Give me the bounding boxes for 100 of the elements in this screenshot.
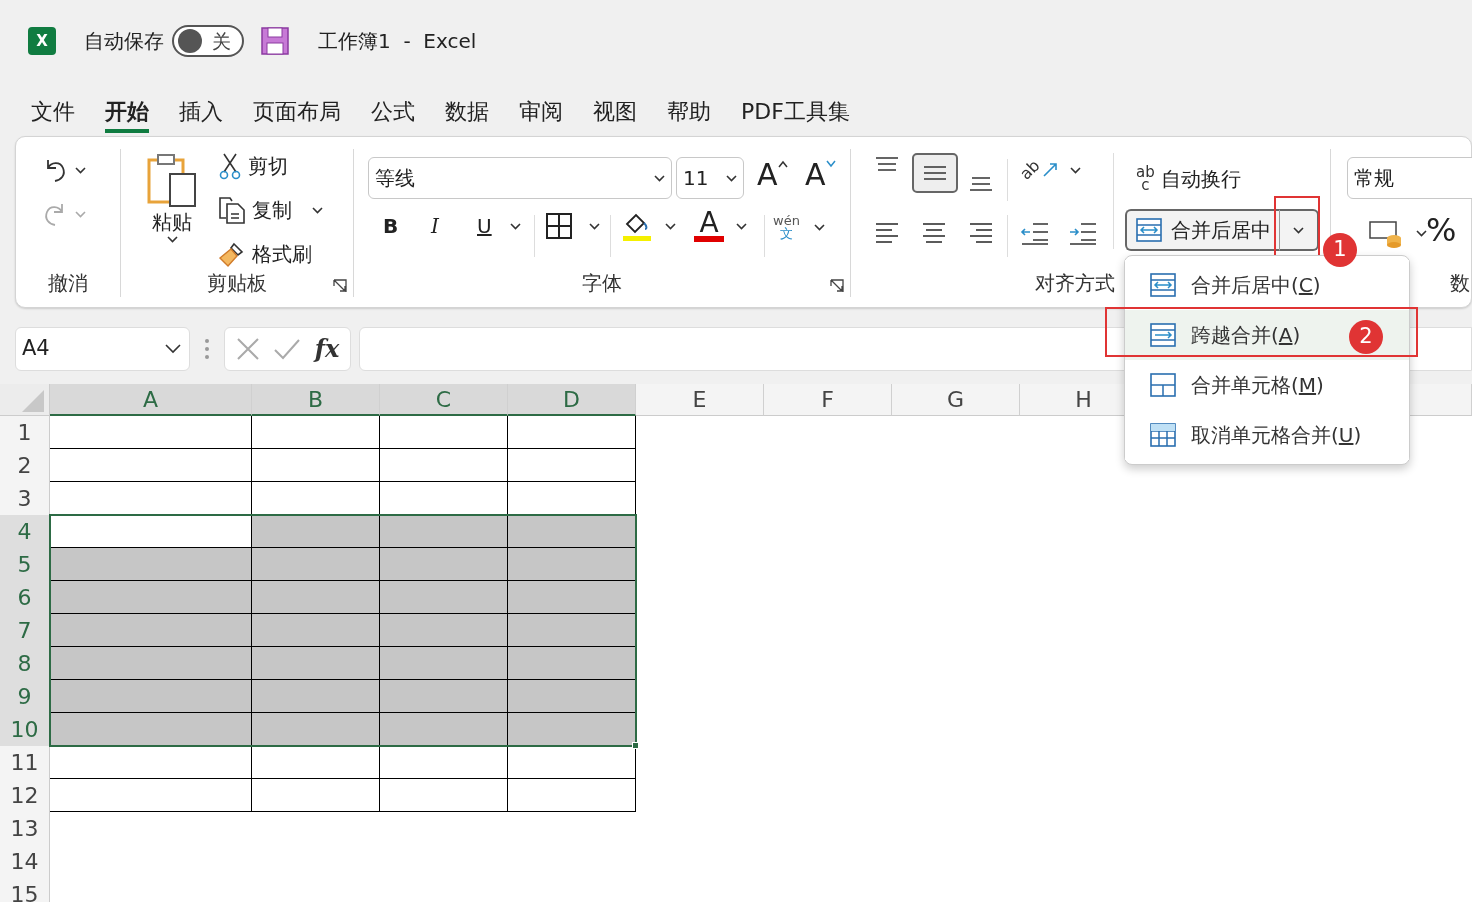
row-header[interactable]: 4 bbox=[0, 515, 50, 548]
grid-cell[interactable] bbox=[508, 779, 636, 812]
column-header[interactable]: C bbox=[380, 384, 508, 416]
italic-button[interactable]: I bbox=[426, 213, 444, 239]
grid-cell[interactable] bbox=[252, 449, 380, 482]
grid-cell[interactable] bbox=[50, 713, 252, 746]
grid-cell[interactable] bbox=[508, 614, 636, 647]
grid-cell[interactable] bbox=[380, 548, 508, 581]
check-icon[interactable] bbox=[273, 338, 302, 360]
row-header[interactable]: 14 bbox=[0, 845, 50, 878]
row-header[interactable]: 5 bbox=[0, 548, 50, 581]
ribbon-tab[interactable]: 审阅 bbox=[519, 93, 563, 133]
grid-cell[interactable] bbox=[252, 680, 380, 713]
grid-cell[interactable] bbox=[50, 647, 252, 680]
grid-cell[interactable] bbox=[252, 581, 380, 614]
shrink-font-button[interactable]: A bbox=[800, 157, 841, 193]
row-header[interactable]: 2 bbox=[0, 449, 50, 482]
copy-button[interactable]: 复制 bbox=[213, 193, 328, 227]
phonetic-button[interactable]: wén 文 bbox=[768, 211, 830, 243]
grid-cell[interactable] bbox=[50, 449, 252, 482]
grid-cell[interactable] bbox=[252, 548, 380, 581]
grid-cell[interactable] bbox=[508, 713, 636, 746]
ribbon-tab[interactable]: 文件 bbox=[31, 93, 75, 133]
grid-cell[interactable] bbox=[252, 713, 380, 746]
column-header[interactable]: B bbox=[252, 384, 380, 416]
percent-button[interactable]: % bbox=[1421, 211, 1462, 249]
column-header[interactable]: E bbox=[636, 384, 764, 416]
underline-button[interactable]: U bbox=[472, 213, 526, 239]
row-header[interactable]: 7 bbox=[0, 614, 50, 647]
row-header[interactable]: 6 bbox=[0, 581, 50, 614]
grid-cell[interactable] bbox=[50, 680, 252, 713]
row-header[interactable]: 8 bbox=[0, 647, 50, 680]
menu-item[interactable]: 合并单元格(M) bbox=[1125, 360, 1409, 410]
grid-cell[interactable] bbox=[252, 647, 380, 680]
ribbon-tab[interactable]: PDF工具集 bbox=[741, 93, 850, 133]
insert-function-button[interactable]: fx bbox=[314, 331, 340, 367]
grid-cell[interactable] bbox=[380, 647, 508, 680]
column-header[interactable]: G bbox=[892, 384, 1020, 416]
save-icon[interactable] bbox=[260, 26, 290, 56]
grid-cell[interactable] bbox=[252, 779, 380, 812]
dialog-launcher-icon[interactable] bbox=[830, 279, 844, 293]
grid-cell[interactable] bbox=[508, 680, 636, 713]
ribbon-tab[interactable]: 公式 bbox=[371, 93, 415, 133]
grid-cell[interactable] bbox=[380, 581, 508, 614]
ribbon-tab[interactable]: 视图 bbox=[593, 93, 637, 133]
cut-button[interactable]: 剪切 bbox=[213, 149, 293, 183]
grid-cell[interactable] bbox=[50, 779, 252, 812]
column-header[interactable]: D bbox=[508, 384, 636, 416]
paste-button[interactable]: 粘贴 bbox=[141, 149, 203, 246]
menu-item[interactable]: 合并后居中(C) bbox=[1125, 260, 1409, 310]
grow-font-button[interactable]: A bbox=[752, 157, 793, 193]
row-header[interactable]: 11 bbox=[0, 746, 50, 779]
grid-cell[interactable] bbox=[380, 746, 508, 779]
grid-cell[interactable] bbox=[252, 746, 380, 779]
font-color-button[interactable]: A bbox=[689, 207, 752, 245]
name-box[interactable]: A4 bbox=[15, 327, 190, 371]
bold-button[interactable]: B bbox=[378, 213, 404, 239]
row-header[interactable]: 3 bbox=[0, 482, 50, 515]
autosave-toggle[interactable]: 关 bbox=[172, 25, 244, 57]
row-header[interactable]: 12 bbox=[0, 779, 50, 812]
ribbon-tab[interactable]: 插入 bbox=[179, 93, 223, 133]
column-header[interactable]: A bbox=[50, 384, 252, 416]
number-format-field[interactable]: 常规 bbox=[1347, 157, 1472, 199]
grid-cell[interactable] bbox=[508, 647, 636, 680]
column-header[interactable]: F bbox=[764, 384, 892, 416]
menu-item[interactable]: 取消单元格合并(U) bbox=[1125, 410, 1409, 460]
grid-cell[interactable] bbox=[508, 548, 636, 581]
dialog-launcher-icon[interactable] bbox=[333, 279, 347, 293]
grid-cell[interactable] bbox=[50, 614, 252, 647]
grid-cell[interactable] bbox=[508, 581, 636, 614]
dropdown-button[interactable] bbox=[1279, 209, 1319, 251]
font-size-field[interactable]: 11 bbox=[676, 157, 744, 199]
row-header[interactable]: 15 bbox=[0, 878, 50, 902]
grid-cell[interactable] bbox=[508, 449, 636, 482]
ribbon-tab[interactable]: 帮助 bbox=[667, 93, 711, 133]
merge-center-button[interactable]: 合并后居中 bbox=[1125, 209, 1279, 251]
grid-cell[interactable] bbox=[380, 515, 508, 548]
grid-cell[interactable] bbox=[380, 713, 508, 746]
row-header[interactable]: 9 bbox=[0, 680, 50, 713]
grid-cell[interactable] bbox=[508, 515, 636, 548]
grid-cell[interactable] bbox=[252, 416, 380, 449]
row-header[interactable]: 10 bbox=[0, 713, 50, 746]
ribbon-tab[interactable]: 页面布局 bbox=[253, 93, 341, 133]
row-header[interactable]: 13 bbox=[0, 812, 50, 845]
orientation-button[interactable]: ab bbox=[1015, 159, 1086, 181]
grid-cell[interactable] bbox=[50, 416, 252, 449]
grid-cell[interactable] bbox=[252, 614, 380, 647]
grid-cell[interactable] bbox=[50, 746, 252, 779]
grid-cell[interactable] bbox=[380, 416, 508, 449]
vertical-align-button[interactable] bbox=[912, 153, 958, 193]
grid-cell[interactable] bbox=[380, 449, 508, 482]
grid-cell[interactable] bbox=[380, 680, 508, 713]
grid-cell[interactable] bbox=[380, 614, 508, 647]
font-name-field[interactable]: 等线 bbox=[368, 157, 672, 199]
grid-cell[interactable] bbox=[50, 581, 252, 614]
fill-handle[interactable] bbox=[632, 742, 639, 749]
format-painter-button[interactable]: 格式刷 bbox=[213, 237, 317, 271]
ribbon-tab[interactable]: 数据 bbox=[445, 93, 489, 133]
grid-cell[interactable] bbox=[252, 515, 380, 548]
grid-cell[interactable] bbox=[50, 548, 252, 581]
